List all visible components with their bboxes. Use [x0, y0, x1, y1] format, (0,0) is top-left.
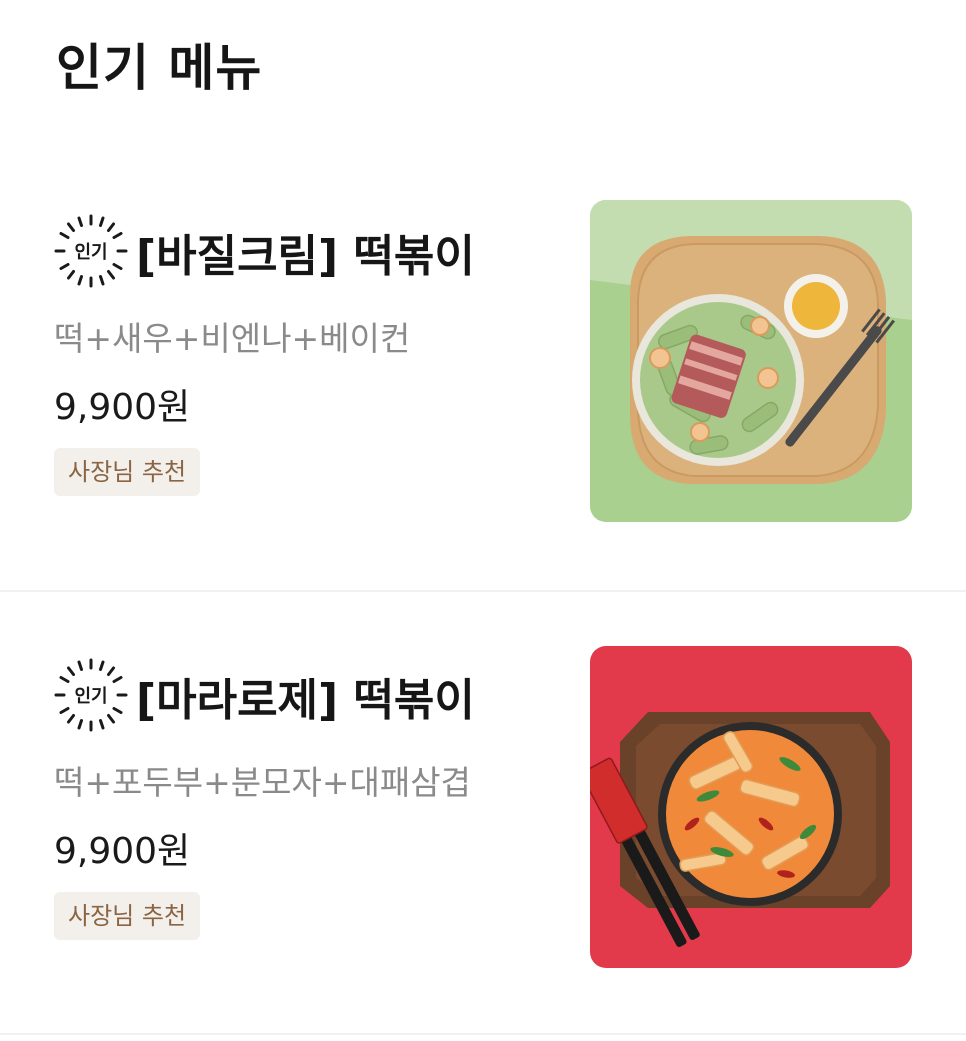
- popular-menu-page: 인기 메뉴 인기 [바질크림] 떡볶이 떡+새우+비엔나+베이컨 9,900원 …: [0, 0, 966, 1041]
- menu-item-description: 떡+포두부+분모자+대패삼겹: [54, 763, 471, 802]
- menu-item-basil-cream[interactable]: 인기 [바질크림] 떡볶이 떡+새우+비엔나+베이컨 9,900원 사장님 추천: [0, 150, 966, 590]
- popular-badge-icon: 인기: [54, 214, 128, 288]
- basil-cream-tteokbokki-photo-icon: [590, 200, 912, 522]
- popular-badge-icon: 인기: [54, 658, 128, 732]
- menu-divider: [0, 1033, 966, 1035]
- popular-badge-text: 인기: [74, 686, 107, 707]
- mala-rose-tteokbokki-photo-icon: [590, 646, 912, 968]
- menu-item-price: 9,900원: [54, 387, 191, 428]
- menu-item-price: 9,900원: [54, 831, 191, 872]
- section-title: 인기 메뉴: [56, 39, 263, 97]
- owner-recommend-tag: 사장님 추천: [54, 448, 201, 496]
- menu-item-photo: [590, 200, 912, 522]
- owner-recommend-tag: 사장님 추천: [54, 892, 201, 940]
- menu-item-name: [마라로제] 떡볶이: [136, 675, 475, 726]
- menu-item-mala-rose[interactable]: 인기 [마라로제] 떡볶이 떡+포두부+분모자+대패삼겹 9,900원 사장님 …: [0, 592, 966, 1034]
- menu-item-description: 떡+새우+비엔나+베이컨: [54, 319, 411, 358]
- menu-item-name: [바질크림] 떡볶이: [136, 231, 475, 282]
- menu-item-photo: [590, 646, 912, 968]
- popular-badge-text: 인기: [74, 242, 107, 263]
